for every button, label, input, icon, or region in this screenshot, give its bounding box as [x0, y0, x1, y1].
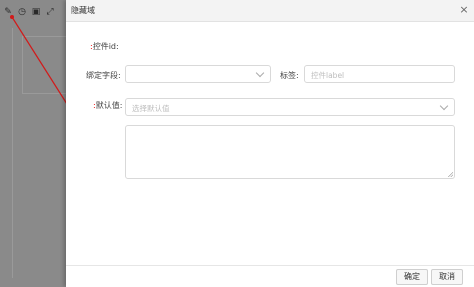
resize-handle-icon[interactable]	[448, 172, 453, 177]
dialog-title: 隐藏域	[71, 6, 95, 15]
bind-field-label: 绑定字段:	[86, 71, 121, 80]
dialog-footer: 确定 取消	[66, 265, 474, 287]
chevron-down-icon	[255, 68, 265, 78]
dialog-header: 隐藏域 ×	[66, 0, 474, 22]
label-label: 标签:	[280, 71, 299, 80]
confirm-button[interactable]: 确定	[396, 269, 428, 285]
hidden-field-dialog: 隐藏域 × :控件id: 绑定字段: 标签: 控件label :默认值: 选择默…	[66, 0, 474, 287]
bind-field-select[interactable]	[125, 65, 271, 83]
default-value-label: :默认值:	[93, 101, 123, 110]
close-icon[interactable]: ×	[458, 4, 470, 16]
label-input[interactable]: 控件label	[304, 65, 455, 83]
cancel-button[interactable]: 取消	[431, 269, 463, 285]
default-value-textarea[interactable]	[125, 125, 455, 179]
chevron-down-icon	[439, 101, 449, 111]
control-id-label: :控件id:	[90, 42, 119, 51]
default-value-select[interactable]: 选择默认值	[125, 98, 455, 116]
